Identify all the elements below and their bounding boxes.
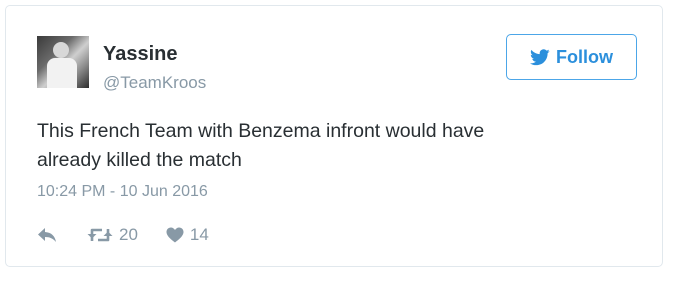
twitter-bird-icon [530,48,550,66]
like-button[interactable]: 14 [166,225,209,245]
tweet-timestamp[interactable]: 10:24 PM - 10 Jun 2016 [37,182,208,202]
tweet-text: This French Team with Benzema infront wo… [37,120,485,171]
like-count: 14 [189,225,209,244]
follow-button[interactable]: Follow [506,34,637,80]
reply-button[interactable] [37,227,57,243]
retweet-count: 20 [119,225,138,244]
retweet-button[interactable]: 20 [87,225,138,245]
reply-icon [37,227,57,243]
retweet-icon [87,227,113,243]
tweet-card: Yassine @TeamKroos Follow This French Te… [5,5,663,267]
heart-icon [166,227,184,243]
follow-label: Follow [556,47,613,67]
display-name[interactable]: Yassine [103,42,178,66]
user-handle[interactable]: @TeamKroos [103,72,206,94]
tweet-actions: 20 14 [37,224,209,246]
avatar[interactable] [37,36,89,88]
